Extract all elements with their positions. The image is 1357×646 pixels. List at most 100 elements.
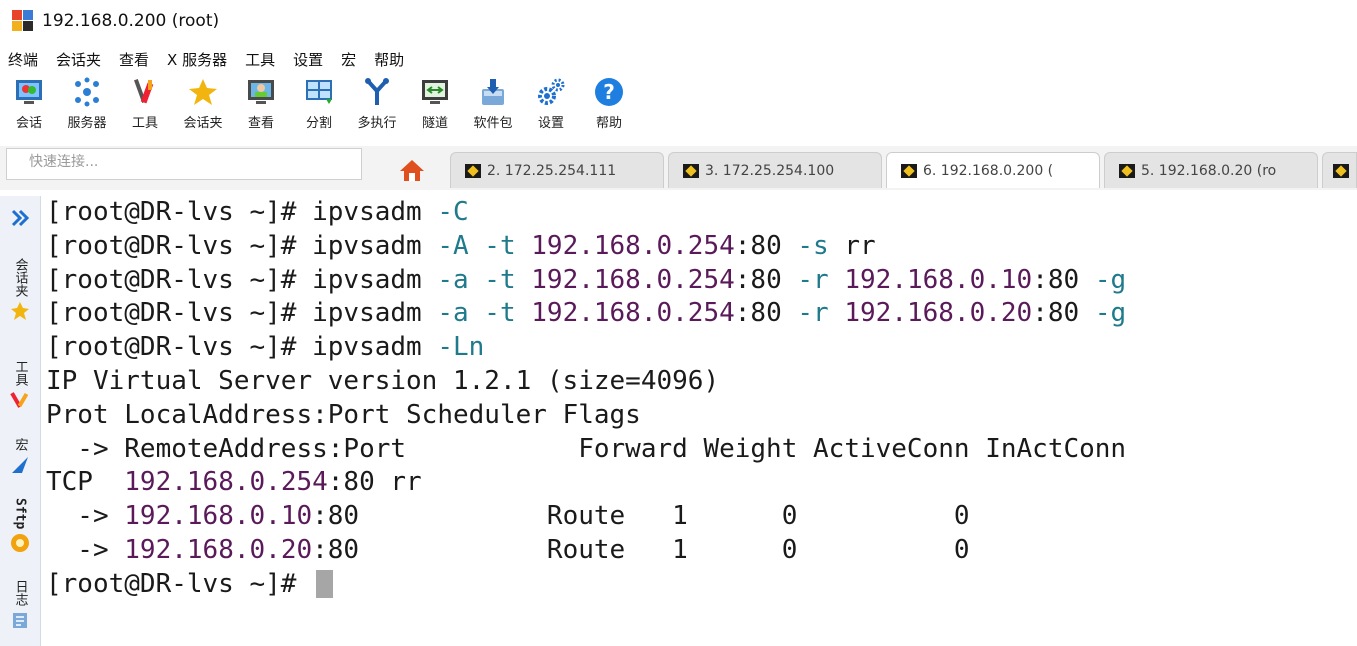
toolbar-split-button[interactable]: 分割 bbox=[290, 76, 348, 131]
menu-tools[interactable]: 工具 bbox=[245, 49, 275, 70]
tab-label: 6. 192.168.0.200 ( bbox=[923, 162, 1054, 179]
toolbar-servers-button[interactable]: 服务器 bbox=[58, 76, 116, 131]
terminal-text: -A -t bbox=[437, 230, 532, 261]
terminal-text: -r bbox=[797, 264, 845, 295]
command-line: [root@DR-lvs ~]# ipvsadm -Ln bbox=[46, 331, 1346, 365]
macro-icon bbox=[12, 457, 28, 473]
toolbar-label: 工具 bbox=[131, 116, 158, 131]
toolbar-multiexec-button[interactable]: 多执行 bbox=[348, 76, 406, 131]
command-line: [root@DR-lvs ~]# ipvsadm -A -t 192.168.0… bbox=[46, 230, 1346, 264]
terminal-tab-icon bbox=[901, 163, 917, 178]
shell-prompt: [root@DR-lvs ~]# bbox=[46, 332, 313, 363]
app-logo-icon bbox=[12, 10, 34, 32]
tab-label: 3. 172.25.254.100 bbox=[705, 162, 835, 179]
session-tab[interactable]: 5. 192.168.0.20 (ro bbox=[1104, 152, 1318, 188]
menu-settings[interactable]: 设置 bbox=[293, 49, 323, 70]
terminal-text: -> bbox=[46, 534, 125, 565]
terminal-text: -r bbox=[797, 298, 845, 329]
terminal-text: TCP bbox=[46, 467, 125, 498]
terminal-text: :80 bbox=[734, 298, 798, 329]
terminal-text: 192.168.0.254 bbox=[531, 298, 735, 329]
toolbar-label: 会话 bbox=[15, 116, 42, 131]
toolbar-packages-button[interactable]: 软件包 bbox=[464, 76, 522, 131]
output-line: -> 192.168.0.10:80 Route 1 0 0 bbox=[46, 500, 1346, 534]
terminal-text: 192.168.0.10 bbox=[124, 501, 313, 532]
terminal-text: :80 Route 1 0 0 bbox=[312, 501, 970, 532]
toolbar-tunnel-button[interactable]: 隧道 bbox=[406, 76, 464, 131]
sidebar-item-label: 会话夹 bbox=[12, 258, 28, 297]
terminal-text: rr bbox=[844, 230, 876, 261]
toolbar-label: 查看 bbox=[247, 116, 274, 131]
terminal-text: :80 bbox=[734, 230, 798, 261]
quick-connect-input[interactable]: 快速连接... bbox=[6, 148, 362, 180]
terminal-output[interactable]: [root@DR-lvs ~]# ipvsadm -C [root@DR-lvs … bbox=[46, 196, 1346, 636]
menu-macros[interactable]: 宏 bbox=[341, 49, 356, 70]
double-chevron-right-icon bbox=[11, 209, 30, 227]
toolbar-label: 分割 bbox=[305, 116, 332, 131]
svg-text:?: ? bbox=[603, 80, 615, 104]
left-sidebar: 会话夹 工具 宏 Sftp 日志 bbox=[0, 196, 41, 646]
menu-view[interactable]: 查看 bbox=[119, 49, 149, 70]
output-line: IP Virtual Server version 1.2.1 (size=40… bbox=[46, 365, 1346, 399]
output-line: -> 192.168.0.20:80 Route 1 0 0 bbox=[46, 534, 1346, 568]
toolbar-session-button[interactable]: 会话 bbox=[0, 76, 58, 131]
sidebar-item-log[interactable]: 日志 bbox=[0, 580, 40, 630]
terminal-text: 192.168.0.20 bbox=[844, 298, 1033, 329]
terminal-tab-icon bbox=[1119, 163, 1135, 178]
tools-icon bbox=[10, 392, 29, 408]
toolbar-bookmarks-button[interactable]: 会话夹 bbox=[174, 76, 232, 131]
session-tab-active[interactable]: 6. 192.168.0.200 ( bbox=[886, 152, 1100, 188]
shell-prompt: [root@DR-lvs ~]# bbox=[46, 197, 313, 227]
toolbar-settings-button[interactable]: 设置 bbox=[522, 76, 580, 131]
terminal-tab-icon bbox=[465, 163, 481, 178]
menu-terminal[interactable]: 终端 bbox=[8, 49, 38, 70]
toolbar-label: 帮助 bbox=[595, 116, 622, 131]
shell-prompt: [root@DR-lvs ~]# bbox=[46, 230, 313, 261]
terminal-text: 192.168.0.254 bbox=[531, 264, 735, 295]
command-line: [root@DR-lvs ~]# ipvsadm -a -t 192.168.0… bbox=[46, 264, 1346, 298]
terminal-text: -g bbox=[1094, 264, 1127, 295]
menu-xserver[interactable]: X 服务器 bbox=[167, 49, 227, 70]
output-line: TCP 192.168.0.254:80 rr bbox=[46, 466, 1346, 500]
toolbar-label: 服务器 bbox=[67, 116, 107, 131]
sftp-icon bbox=[11, 534, 29, 553]
sidebar-item-macros[interactable]: 宏 bbox=[0, 438, 40, 475]
sidebar-item-sessions[interactable]: 会话夹 bbox=[0, 258, 40, 321]
sidebar-item-sftp[interactable]: Sftp bbox=[0, 498, 40, 553]
command-line-current: [root@DR-lvs ~]# bbox=[46, 568, 1346, 602]
menu-help[interactable]: 帮助 bbox=[374, 49, 404, 70]
terminal-text: ipvsadm bbox=[312, 298, 438, 329]
terminal-text: :80 Route 1 0 0 bbox=[312, 534, 970, 565]
toolbar-label: 软件包 bbox=[473, 116, 513, 131]
session-icon bbox=[13, 76, 45, 108]
terminal-text: Prot LocalAddress:Port Scheduler Flags bbox=[46, 399, 641, 430]
star-icon bbox=[11, 302, 29, 320]
terminal-cursor bbox=[316, 570, 334, 599]
sidebar-item-tools[interactable]: 工具 bbox=[0, 360, 40, 410]
toolbar-help-button[interactable]: ? 帮助 bbox=[580, 76, 638, 131]
menu-sessions[interactable]: 会话夹 bbox=[56, 49, 101, 70]
toolbar-tools-button[interactable]: 工具 bbox=[116, 76, 174, 131]
output-line: -> RemoteAddress:Port Forward Weight Act… bbox=[46, 433, 1346, 467]
home-icon bbox=[400, 160, 424, 181]
title-bar: 192.168.0.200 (root) bbox=[0, 0, 1357, 42]
session-tab[interactable]: 2. 172.25.254.111 bbox=[450, 152, 664, 188]
view-icon bbox=[245, 76, 277, 108]
shell-prompt: [root@DR-lvs ~]# bbox=[46, 298, 313, 329]
terminal-text: 192.168.0.254 bbox=[531, 230, 735, 261]
terminal-text: 192.168.0.254 bbox=[124, 467, 328, 498]
terminal-text: -a -t bbox=[437, 298, 532, 329]
tab-row: 快速连接... 2. 172.25.254.111 3. 172.25.254.… bbox=[0, 146, 1357, 190]
home-tab[interactable] bbox=[384, 152, 440, 188]
session-tab[interactable]: 3. 172.25.254.100 bbox=[668, 152, 882, 188]
terminal-text: -> RemoteAddress:Port Forward Weight Act… bbox=[46, 433, 1127, 464]
terminal-text: ipvsadm bbox=[312, 332, 438, 363]
window-title: 192.168.0.200 (root) bbox=[42, 11, 220, 31]
session-tab-overflow[interactable] bbox=[1322, 152, 1357, 188]
terminal-text: -Ln bbox=[437, 332, 485, 363]
settings-icon bbox=[535, 76, 567, 108]
toolbar-view-button[interactable]: 查看 bbox=[232, 76, 290, 131]
terminal-text: :80 bbox=[1032, 264, 1095, 295]
terminal-text: ipvsadm bbox=[312, 197, 438, 227]
sidebar-expand-button[interactable] bbox=[0, 206, 40, 230]
